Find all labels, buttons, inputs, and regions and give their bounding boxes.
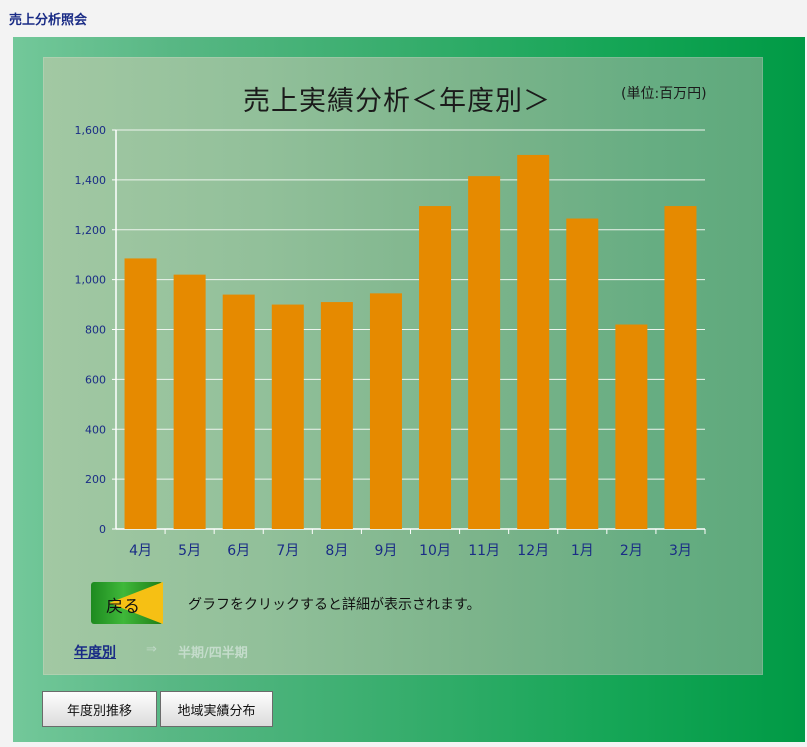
yearly-trend-button[interactable]: 年度別推移	[42, 691, 157, 727]
bar[interactable]	[419, 206, 452, 529]
sales-bar-chart[interactable]: 0 200 400 600 800 1,000 1,200 1,400 1,600 4月 5月 6月 7…	[43, 57, 763, 577]
x-tick-label: 6月	[227, 543, 250, 559]
bar[interactable]	[271, 304, 304, 529]
regional-distribution-button[interactable]: 地域実績分布	[160, 691, 273, 727]
x-tick-label: 5月	[178, 543, 201, 559]
breadcrumb-yearly-link[interactable]: 年度別	[74, 642, 116, 662]
bar[interactable]	[173, 274, 206, 529]
bar[interactable]	[124, 258, 157, 529]
breadcrumb-arrow-icon: ⇒	[146, 642, 157, 657]
x-tick-label: 8月	[325, 543, 348, 559]
y-tick-label: 1,000	[75, 274, 107, 287]
hint-text: グラフをクリックすると詳細が表示されます。	[188, 597, 481, 613]
y-tick-label: 600	[85, 373, 106, 386]
bar[interactable]	[468, 176, 501, 529]
x-tick-label: 4月	[129, 543, 152, 559]
x-tick-label: 12月	[517, 543, 549, 559]
bar[interactable]	[664, 206, 697, 529]
x-tick-label: 1月	[571, 543, 594, 559]
y-tick-label: 800	[85, 324, 106, 337]
bar[interactable]	[566, 218, 599, 529]
y-tick-label: 1,200	[75, 224, 107, 237]
x-tick-label: 2月	[620, 543, 643, 559]
back-button-label: 戻る	[106, 597, 140, 617]
bar[interactable]	[320, 302, 353, 529]
bar[interactable]	[369, 293, 402, 529]
x-tick-label: 10月	[419, 543, 451, 559]
x-tick-label: 11月	[468, 543, 500, 559]
y-tick-label: 200	[85, 473, 106, 486]
main-panel: 売上実績分析＜年度別＞ (単位:百万円) 0 200 400 600 800 1,000 1…	[13, 37, 805, 742]
breadcrumb-half-quarter: 半期/四半期	[178, 646, 248, 661]
bar[interactable]	[222, 294, 255, 529]
y-tick-label: 400	[85, 423, 106, 436]
x-tick-label: 9月	[374, 543, 397, 559]
x-tick-label: 7月	[276, 543, 299, 559]
x-tick-label: 3月	[669, 543, 692, 559]
bar[interactable]	[517, 154, 550, 529]
chart-panel: 売上実績分析＜年度別＞ (単位:百万円) 0 200 400 600 800 1,000 1…	[43, 57, 763, 675]
back-button[interactable]: 戻る	[91, 582, 163, 624]
y-tick-label: 1,600	[75, 124, 107, 137]
y-tick-label: 0	[99, 523, 106, 536]
bar[interactable]	[615, 324, 648, 529]
y-tick-label: 1,400	[75, 174, 107, 187]
app-title: 売上分析照会	[9, 13, 88, 28]
